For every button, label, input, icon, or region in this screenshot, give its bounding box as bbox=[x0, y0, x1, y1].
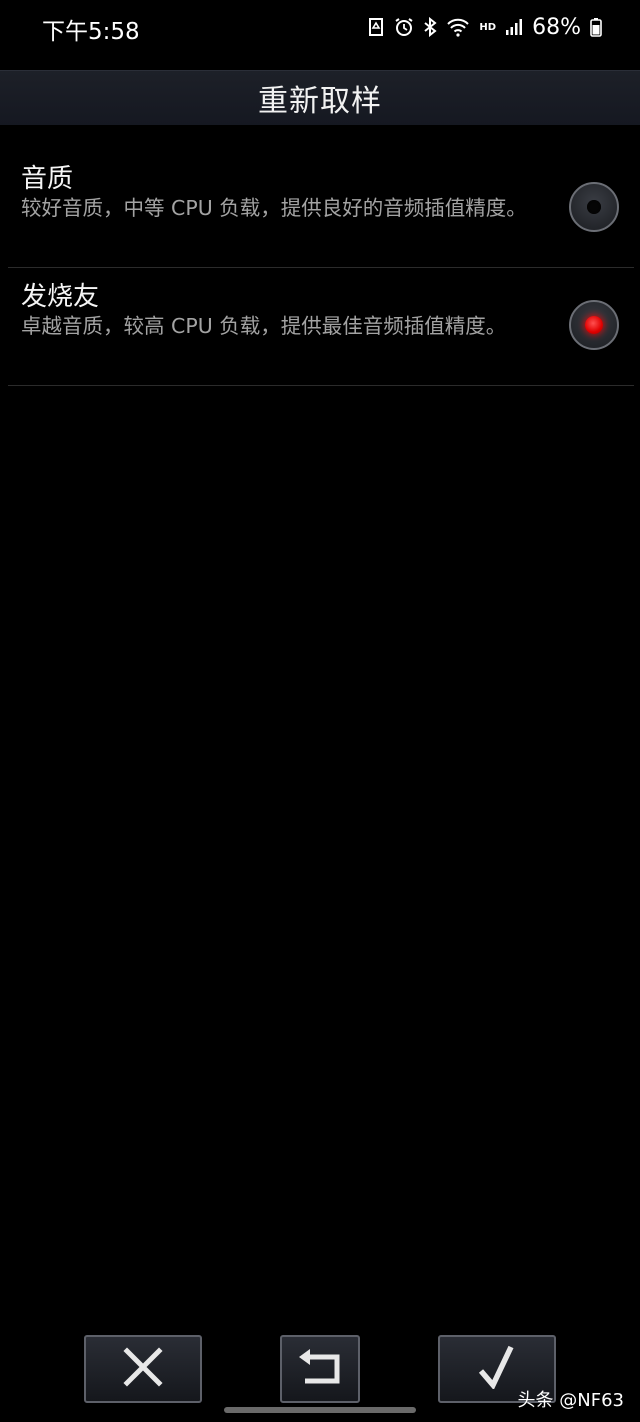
option-title: 发烧友 bbox=[21, 282, 100, 312]
battery-percentage: 68% bbox=[532, 14, 581, 40]
option-item-quality[interactable]: 音质 较好音质，中等 CPU 负载，提供良好的音频插值精度。 bbox=[0, 150, 640, 268]
undo-icon bbox=[297, 1347, 343, 1391]
reset-button[interactable] bbox=[280, 1335, 360, 1403]
divider bbox=[8, 385, 634, 386]
option-title: 音质 bbox=[21, 164, 74, 194]
check-icon bbox=[477, 1345, 517, 1393]
options-list: 音质 较好音质，中等 CPU 负载，提供良好的音频插值精度。 发烧友 卓越音质，… bbox=[0, 150, 640, 386]
hd-voice-icon: HD bbox=[479, 21, 497, 33]
status-icons: HD 68% bbox=[367, 13, 602, 41]
battery-icon bbox=[590, 17, 602, 37]
option-description: 较好音质，中等 CPU 负载，提供良好的音频插值精度。 bbox=[21, 196, 527, 220]
recycle-notification-icon bbox=[367, 17, 385, 37]
status-time: 下午5:58 bbox=[42, 19, 140, 45]
bluetooth-icon bbox=[423, 17, 438, 37]
home-indicator[interactable] bbox=[224, 1407, 416, 1413]
radio-button-quality[interactable] bbox=[569, 182, 619, 232]
wifi-icon bbox=[446, 17, 470, 37]
status-bar: 下午5:58 HD 68% bbox=[0, 0, 640, 56]
signal-icon bbox=[505, 18, 523, 36]
close-icon bbox=[123, 1347, 163, 1391]
option-description: 卓越音质，较高 CPU 负载，提供最佳音频插值精度。 bbox=[21, 314, 507, 338]
radio-dot bbox=[587, 200, 601, 214]
option-item-audiophile[interactable]: 发烧友 卓越音质，较高 CPU 负载，提供最佳音频插值精度。 bbox=[0, 268, 640, 386]
watermark: 头条 @NF63 bbox=[517, 1390, 624, 1411]
radio-button-audiophile[interactable] bbox=[569, 300, 619, 350]
alarm-icon bbox=[394, 17, 414, 37]
title-bar: 重新取样 bbox=[0, 70, 640, 125]
radio-dot bbox=[585, 316, 603, 334]
cancel-button[interactable] bbox=[84, 1335, 202, 1403]
page-title: 重新取样 bbox=[258, 84, 382, 119]
